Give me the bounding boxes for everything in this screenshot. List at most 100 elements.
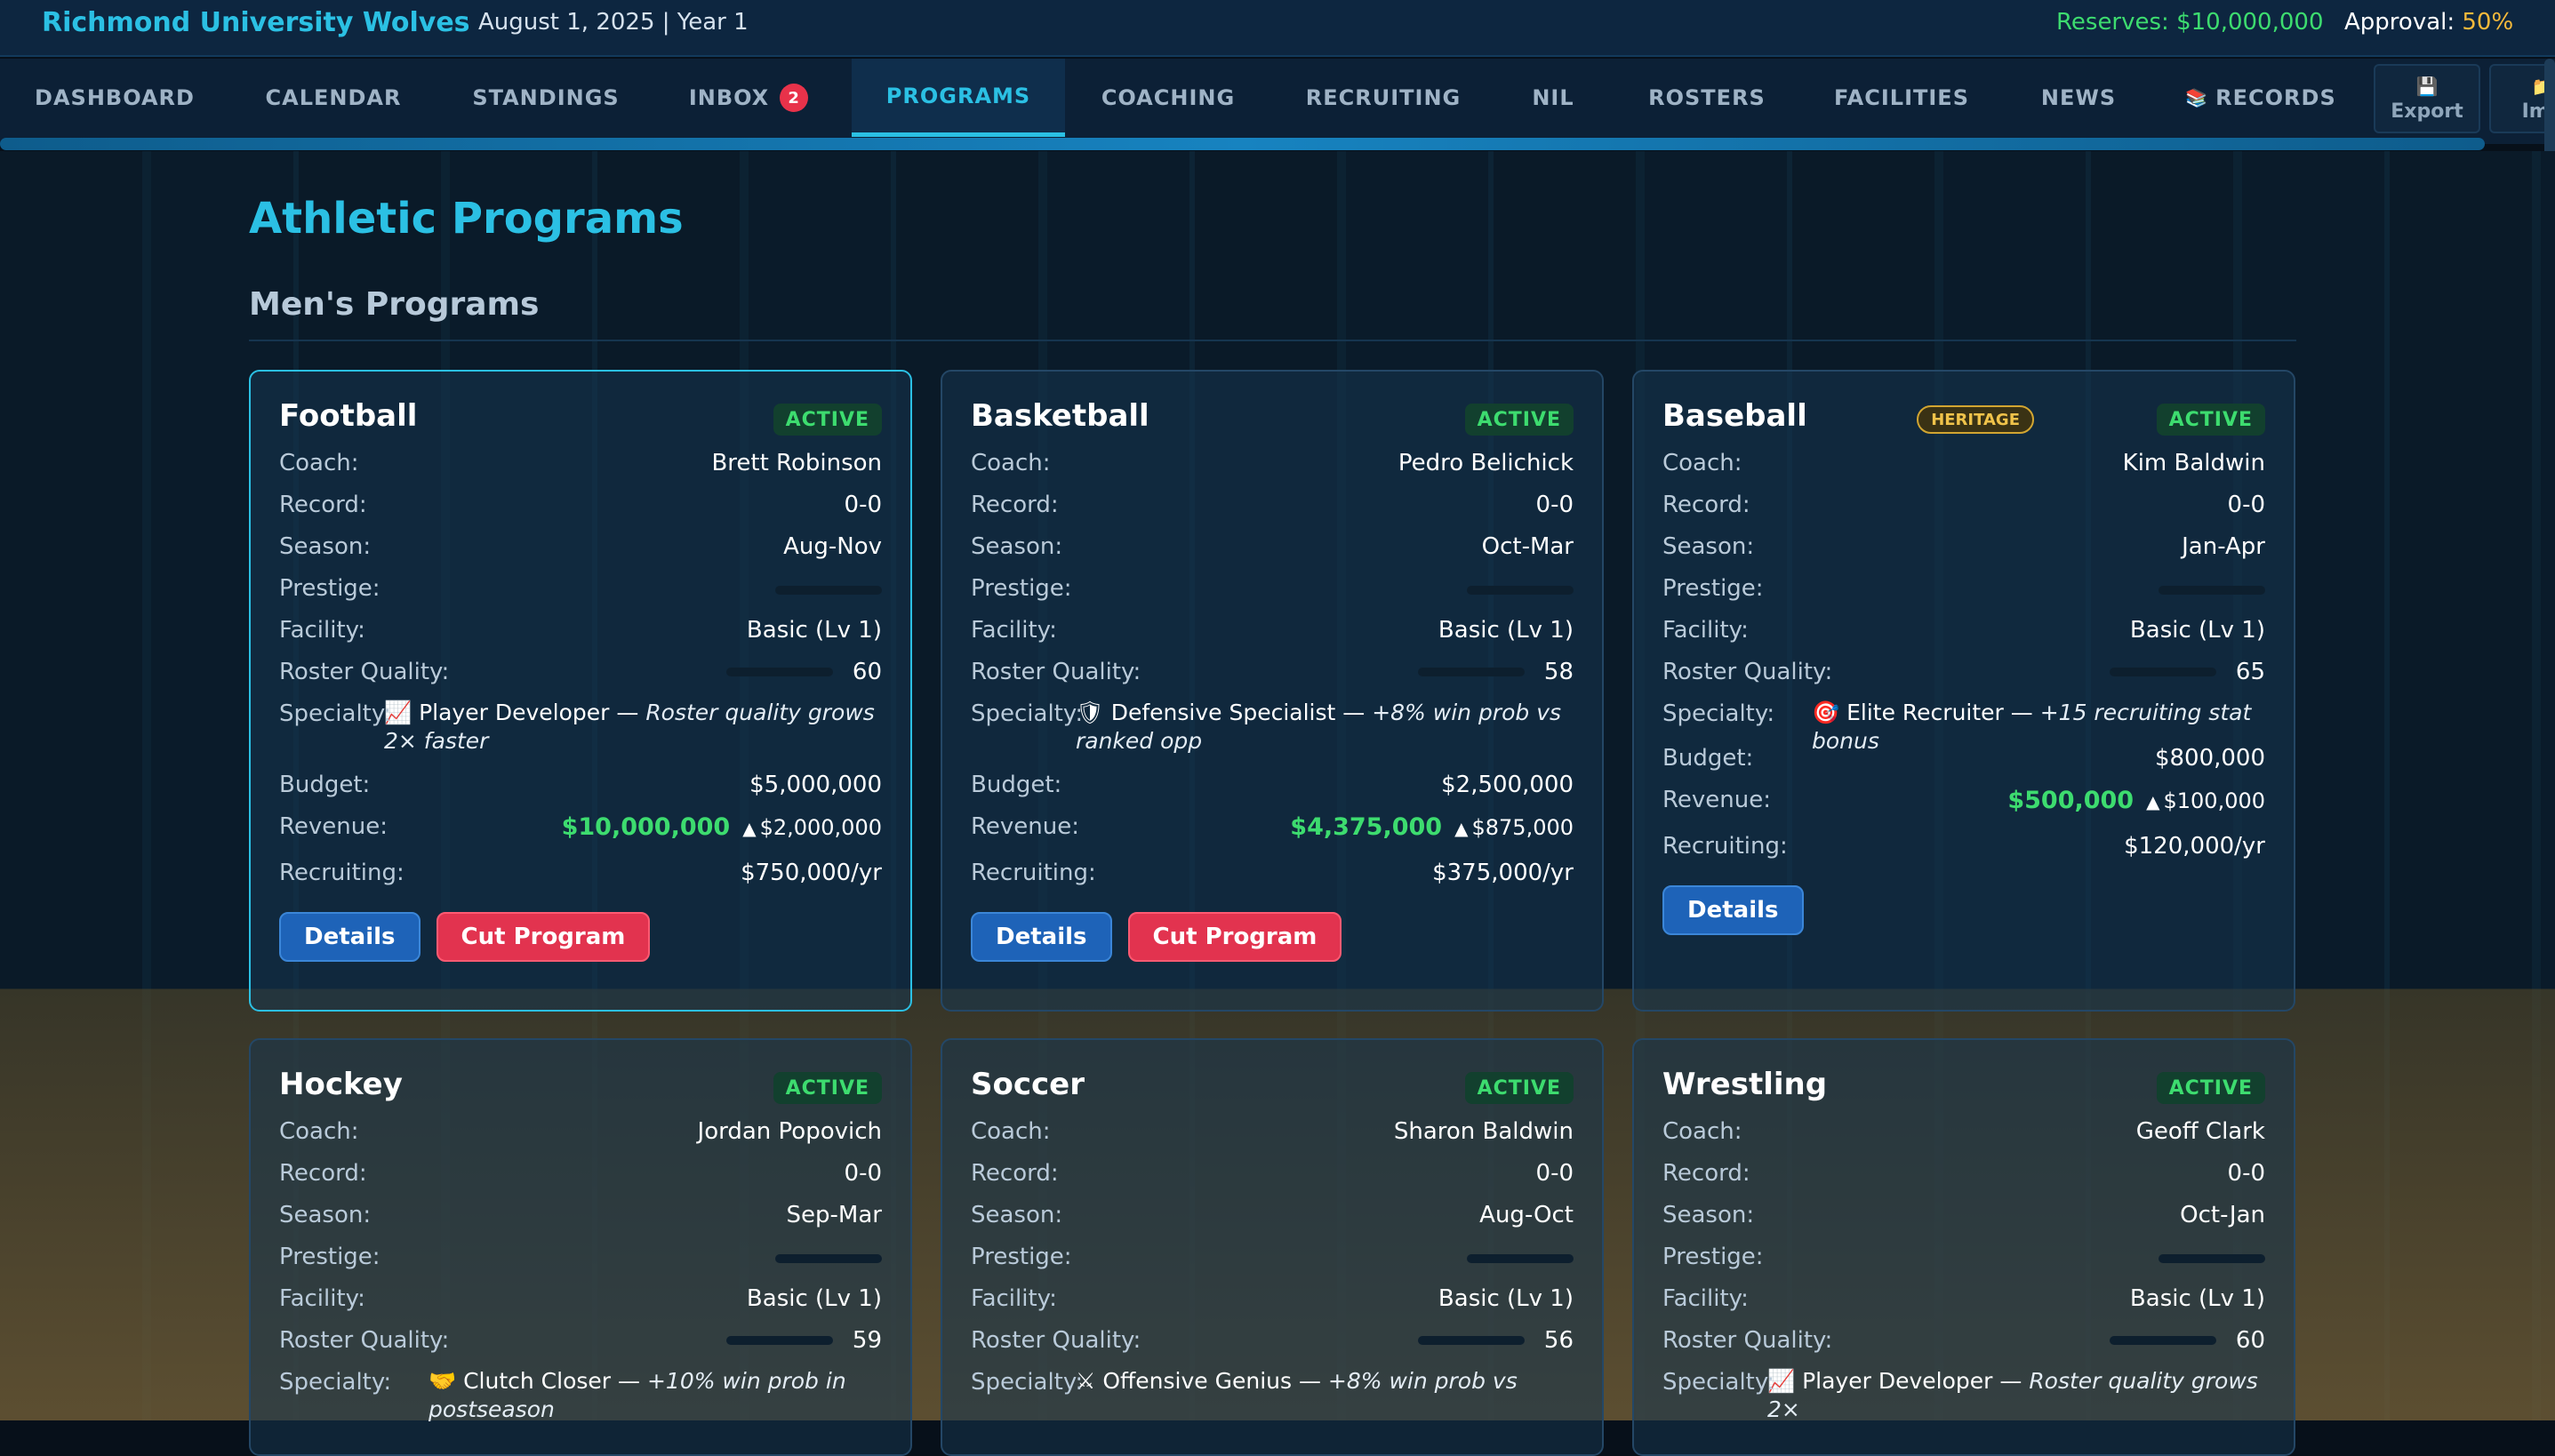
recruiting-value: $120,000/yr <box>2124 833 2265 860</box>
coach-label: Coach: <box>279 1118 359 1145</box>
tab-standings[interactable]: STANDINGS <box>455 59 637 137</box>
triangle-up-icon: ▲ <box>1454 817 1469 839</box>
specialty-name: Elite Recruiter — <box>1846 700 2033 725</box>
roster-quality-label: Roster Quality: <box>279 659 450 685</box>
program-name: Soccer <box>971 1067 1085 1102</box>
school-name: Richmond University Wolves <box>42 7 470 38</box>
program-card-baseball[interactable]: Baseball HERITAGE ACTIVE Coach: Kim Baldw… <box>1632 370 2295 1012</box>
coach-value: Kim Baldwin <box>2122 450 2265 476</box>
record-label: Record: <box>279 1160 367 1187</box>
budget-value: $5,000,000 <box>749 772 882 798</box>
tab-news[interactable]: NEWS <box>2027 59 2130 137</box>
season-value: Oct-Mar <box>1481 533 1574 560</box>
main-content: Athletic Programs Men's Programs Footbal… <box>0 151 2555 1456</box>
status-badge: ACTIVE <box>773 404 882 436</box>
main-nav: DASHBOARD CALENDAR STANDINGS INBOX 2 PRO… <box>0 59 2555 144</box>
top-bar: Richmond University Wolves August 1, 202… <box>0 0 2555 57</box>
tab-facilities[interactable]: FACILITIES <box>1821 59 1982 137</box>
roster-quality-value: 58 <box>1543 659 1574 685</box>
tab-rosters[interactable]: ROSTERS <box>1636 59 1778 137</box>
recruiting-label: Recruiting: <box>1662 833 1788 860</box>
status-badge: ACTIVE <box>1464 1072 1574 1104</box>
specialty-label: Specialty: <box>279 700 392 727</box>
roster-quality-bar <box>1417 1336 1525 1345</box>
program-name: Wrestling <box>1662 1067 1828 1102</box>
prestige-label: Prestige: <box>971 575 1072 602</box>
specialty-text: 📈 Player Developer — Roster quality grow… <box>1767 1367 2265 1424</box>
tab-label: INBOX <box>688 85 770 110</box>
prestige-bar <box>1467 1254 1574 1263</box>
triangle-up-icon: ▲ <box>742 817 757 839</box>
tab-recruiting[interactable]: RECRUITING <box>1296 59 1470 137</box>
program-card-basketball[interactable]: Basketball ACTIVE Coach: Pedro Belichick … <box>941 370 1604 1012</box>
prestige-label: Prestige: <box>1662 575 1764 602</box>
details-button[interactable]: Details <box>971 912 1112 962</box>
program-card-football[interactable]: Football ACTIVE Coach: Brett Robinson Rec… <box>249 370 912 1012</box>
revenue-label: Revenue: <box>279 813 388 840</box>
tab-calendar[interactable]: CALENDAR <box>249 59 418 137</box>
season-label: Season: <box>1662 533 1755 560</box>
facility-label: Facility: <box>1662 1285 1749 1312</box>
revenue-value: $4,375,000 <box>1290 813 1443 841</box>
tab-dashboard[interactable]: DASHBOARD <box>18 59 212 137</box>
season-label: Season: <box>1662 1202 1755 1228</box>
tab-programs[interactable]: PROGRAMS <box>852 59 1065 137</box>
coach-label: Coach: <box>971 450 1051 476</box>
roster-quality-label: Roster Quality: <box>1662 659 1833 685</box>
facility-value: Basic (Lv 1) <box>746 617 882 644</box>
program-card-hockey[interactable]: Hockey ACTIVE Coach: Jordan Popovich Reco… <box>249 1038 912 1456</box>
status-badge: ACTIVE <box>1464 404 1574 436</box>
roster-quality-label: Roster Quality: <box>279 1327 450 1354</box>
details-button[interactable]: Details <box>1662 885 1804 935</box>
record-value: 0-0 <box>2227 492 2265 518</box>
record-value: 0-0 <box>1535 1160 1574 1187</box>
revenue-value: $10,000,000 <box>561 813 731 841</box>
program-card-wrestling[interactable]: Wrestling ACTIVE Coach: Geoff Clark Recor… <box>1632 1038 2295 1456</box>
prestige-label: Prestige: <box>279 575 380 602</box>
coach-value: Geoff Clark <box>2135 1118 2265 1145</box>
revenue-label: Revenue: <box>971 813 1079 840</box>
tab-label: STANDINGS <box>472 85 620 110</box>
tab-label: ROSTERS <box>1648 85 1766 110</box>
tab-label: RECORDS <box>2215 85 2336 110</box>
tab-nil[interactable]: NIL <box>1511 59 1595 137</box>
nav-scroll-rail[interactable] <box>0 138 2485 150</box>
specialty-text: 📈 Player Developer — Roster quality grow… <box>384 699 882 756</box>
specialty-name: Offensive Genius — <box>1102 1368 1321 1394</box>
coach-value: Sharon Baldwin <box>1393 1118 1574 1145</box>
prestige-bar <box>775 1254 882 1263</box>
roster-quality-bar <box>725 1336 833 1345</box>
record-label: Record: <box>971 1160 1059 1187</box>
export-button[interactable]: 💾 Export <box>2374 64 2480 133</box>
specialty-label: Specialty: <box>971 1369 1084 1396</box>
approval-rating: Approval: 50% <box>2344 9 2513 36</box>
details-button[interactable]: Details <box>279 912 420 962</box>
revenue-label: Revenue: <box>1662 787 1771 813</box>
facility-label: Facility: <box>971 1285 1057 1312</box>
revenue-values: $4,375,000 ▲ $875,000 <box>1290 813 1574 841</box>
game-date: August 1, 2025 | Year 1 <box>478 9 749 36</box>
inbox-count-badge: 2 <box>780 84 809 112</box>
program-name: Basketball <box>971 398 1149 434</box>
season-value: Aug-Oct <box>1479 1202 1574 1228</box>
coach-value: Pedro Belichick <box>1398 450 1574 476</box>
program-card-soccer[interactable]: Soccer ACTIVE Coach: Sharon Baldwin Recor… <box>941 1038 1604 1456</box>
season-label: Season: <box>279 533 372 560</box>
recruiting-label: Recruiting: <box>279 860 404 886</box>
roster-quality: 60 <box>725 659 882 685</box>
season-value: Aug-Nov <box>783 533 882 560</box>
revenue-values: $500,000 ▲ $100,000 <box>2007 787 2265 814</box>
roster-quality-bar <box>725 668 833 676</box>
facility-label: Facility: <box>279 617 365 644</box>
recruiting-value: $375,000/yr <box>1432 860 1574 886</box>
tab-label: FACILITIES <box>1834 85 1969 110</box>
tab-inbox[interactable]: INBOX 2 <box>677 59 820 137</box>
roster-quality-label: Roster Quality: <box>971 1327 1141 1354</box>
tab-label: PROGRAMS <box>885 83 1031 108</box>
tab-coaching[interactable]: COACHING <box>1093 59 1243 137</box>
cut-program-button[interactable]: Cut Program <box>1127 912 1342 962</box>
tab-label: NEWS <box>2040 85 2117 110</box>
cut-program-button[interactable]: Cut Program <box>436 912 651 962</box>
tab-records[interactable]: 📚 RECORDS <box>2169 59 2352 137</box>
specialty-label: Specialty: <box>1662 700 1775 727</box>
